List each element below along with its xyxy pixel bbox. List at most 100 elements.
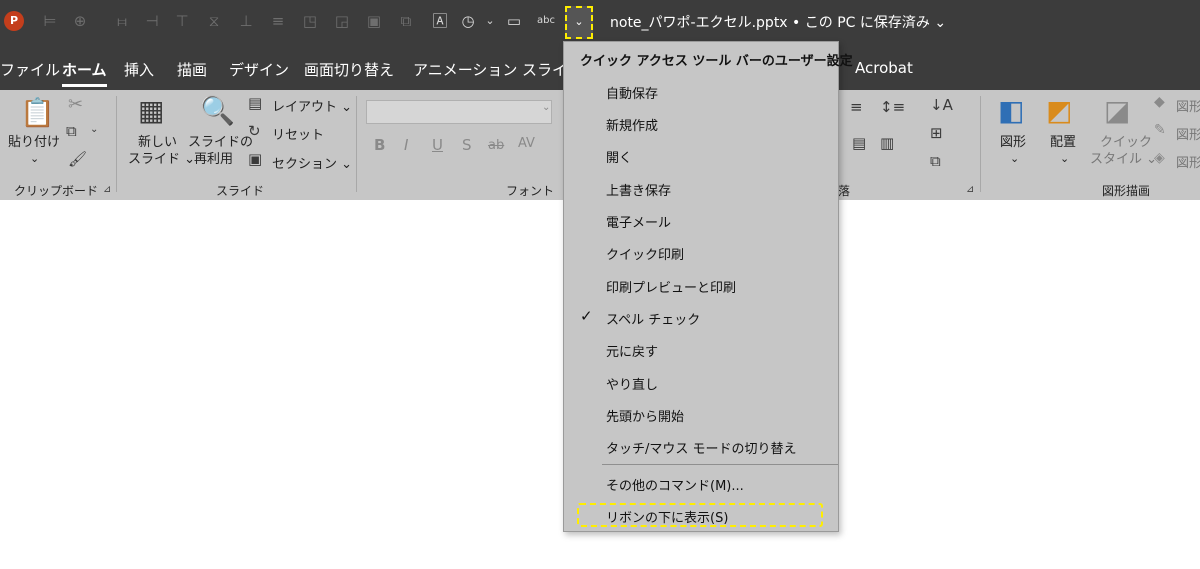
align-bottom-icon[interactable]: ⊥: [236, 11, 256, 31]
menu-item-undo[interactable]: 元に戻す: [564, 334, 838, 366]
tab-home[interactable]: ホーム: [62, 59, 107, 87]
menu-item-label: クイック印刷: [606, 248, 685, 263]
line-spacing-icon[interactable]: ↕≡: [880, 98, 905, 116]
reuse-slides-button[interactable]: スライドの: [188, 134, 253, 151]
font-name-combo[interactable]: [366, 100, 552, 124]
slides-group-label: スライド: [216, 184, 265, 198]
spell-check-icon[interactable]: abc: [536, 11, 556, 31]
shapes-icon[interactable]: ◷: [458, 11, 478, 31]
align-text-vertical-icon[interactable]: ⊞: [930, 124, 943, 142]
menu-item-save[interactable]: 上書き保存: [564, 173, 838, 205]
menu-item-label: 開く: [606, 151, 633, 166]
paste-button[interactable]: 貼り付け: [8, 134, 60, 151]
document-title[interactable]: note_パワポ-エクセル.pptx • この PC に保存済み ⌄: [610, 12, 946, 32]
clipboard-launcher-icon[interactable]: ⊿: [103, 184, 111, 195]
strikethrough-button[interactable]: ab: [488, 138, 504, 153]
menu-item-start-from-beginning[interactable]: 先頭から開始: [564, 399, 838, 431]
format-painter-icon[interactable]: 🖌: [68, 150, 87, 168]
quick-styles-icon[interactable]: ◪: [1104, 94, 1130, 127]
tab-insert[interactable]: 挿入: [124, 59, 154, 80]
align-text-icon[interactable]: ≡: [850, 98, 863, 116]
divider: [356, 96, 357, 192]
arrange-chevron-icon[interactable]: ⌄: [1060, 150, 1069, 167]
quick-styles-button[interactable]: クイック: [1100, 134, 1152, 151]
menu-item-open[interactable]: 開く: [564, 140, 838, 172]
menu-header: クイック アクセス ツール バーのユーザー設定: [580, 54, 853, 69]
align-right-icon[interactable]: ⊣: [142, 11, 162, 31]
menu-item-label: 新規作成: [606, 119, 659, 134]
menu-item-spell-check[interactable]: ✓ スペル チェック: [564, 302, 838, 334]
tab-file[interactable]: ファイル: [0, 59, 60, 80]
menu-item-redo[interactable]: やり直し: [564, 367, 838, 399]
paste-icon[interactable]: 📋: [20, 96, 55, 129]
shape-fill-button[interactable]: 図形: [1176, 96, 1200, 115]
section-icon: ▣: [248, 150, 263, 168]
shadow-button[interactable]: S: [462, 136, 472, 154]
text-box-icon[interactable]: 🄰: [430, 11, 450, 31]
copy-chevron-icon[interactable]: ⌄: [90, 124, 98, 135]
new-slide-button[interactable]: 新しい: [138, 134, 177, 151]
tab-animations[interactable]: アニメーション: [413, 59, 517, 80]
distribute-icon[interactable]: ⧦: [112, 11, 132, 31]
arrange-icon[interactable]: ◩: [1046, 94, 1072, 127]
shape-outline-icon[interactable]: ✎: [1154, 122, 1166, 138]
send-backward-icon[interactable]: ◲: [332, 11, 352, 31]
shapes-chevron-icon[interactable]: ⌄: [1010, 150, 1019, 167]
new-slide-dropdown[interactable]: スライド ⌄: [128, 151, 195, 168]
group-icon[interactable]: ▣: [364, 11, 384, 31]
highlight-annotation: [577, 503, 823, 527]
columns-icon[interactable]: ▥: [880, 134, 894, 152]
shapes-button[interactable]: 図形: [1000, 134, 1026, 151]
paste-dropdown-chevron-icon[interactable]: ⌄: [30, 150, 39, 167]
shape-outline-button[interactable]: 図形: [1176, 124, 1200, 143]
menu-item-label: 印刷プレビューと印刷: [606, 281, 737, 296]
reset-button[interactable]: リセット: [272, 124, 324, 143]
character-spacing-button[interactable]: AV: [518, 136, 535, 151]
shapes-dropdown-chevron-icon[interactable]: ⌄: [480, 11, 500, 31]
justify-icon[interactable]: ▤: [852, 134, 866, 152]
menu-item-label: 電子メール: [606, 216, 672, 231]
arrange-button[interactable]: 配置: [1050, 134, 1076, 151]
underline-button[interactable]: U: [432, 136, 443, 154]
ungroup-icon[interactable]: ⧉: [396, 11, 416, 31]
shape-effects-button[interactable]: 図形: [1176, 152, 1200, 171]
tab-draw[interactable]: 描画: [177, 59, 207, 80]
align-middle-icon[interactable]: ⧖: [204, 11, 224, 31]
font-group-label: フォント: [506, 184, 555, 198]
menu-item-quick-print[interactable]: クイック印刷: [564, 237, 838, 269]
menu-item-print-preview[interactable]: 印刷プレビューと印刷: [564, 270, 838, 302]
slide-show-icon[interactable]: ▭: [504, 11, 524, 31]
paragraph-launcher-icon[interactable]: ⊿: [966, 184, 974, 195]
menu-item-autosave[interactable]: 自動保存: [564, 76, 838, 108]
menu-item-label: 元に戻す: [606, 345, 659, 360]
bold-button[interactable]: B: [374, 136, 385, 154]
smartart-icon[interactable]: ⧉: [930, 152, 941, 170]
shape-fill-icon[interactable]: ◆: [1154, 94, 1165, 110]
layout-button[interactable]: レイアウト ⌄: [272, 96, 352, 115]
copy-icon[interactable]: ⧉: [66, 122, 77, 140]
align-center-icon[interactable]: ⊕: [70, 11, 90, 31]
reuse-slides-icon[interactable]: 🔍: [200, 94, 235, 127]
tab-acrobat[interactable]: Acrobat: [855, 59, 913, 77]
shapes-icon[interactable]: ◧: [998, 94, 1024, 127]
section-button[interactable]: セクション ⌄: [272, 153, 352, 172]
shape-effects-icon[interactable]: ◈: [1154, 150, 1165, 166]
reuse-slides-label: 再利用: [194, 152, 234, 167]
menu-item-label: スペル チェック: [606, 313, 701, 328]
bring-forward-icon[interactable]: ◳: [300, 11, 320, 31]
italic-button[interactable]: I: [404, 136, 408, 154]
distribute-vertical-icon[interactable]: ≡: [268, 11, 288, 31]
menu-item-email[interactable]: 電子メール: [564, 205, 838, 237]
menu-item-label: タッチ/マウス モードの切り替え: [606, 442, 797, 457]
align-top-icon[interactable]: ⊤: [172, 11, 192, 31]
qat-customize-button[interactable]: ⌄: [565, 6, 593, 39]
font-combo-chevron-icon[interactable]: ⌄: [542, 102, 550, 113]
tab-design[interactable]: デザイン: [229, 59, 289, 80]
tab-transitions[interactable]: 画面切り替え: [304, 59, 394, 80]
align-left-icon[interactable]: ⊨: [40, 11, 60, 31]
text-direction-icon[interactable]: ↓A: [930, 96, 953, 114]
new-slide-icon[interactable]: ▦: [138, 94, 164, 127]
menu-item-touch-mouse-mode[interactable]: タッチ/マウス モードの切り替え: [564, 431, 838, 463]
menu-item-new[interactable]: 新規作成: [564, 108, 838, 140]
menu-item-more-commands[interactable]: その他のコマンド(M)...: [564, 468, 838, 500]
